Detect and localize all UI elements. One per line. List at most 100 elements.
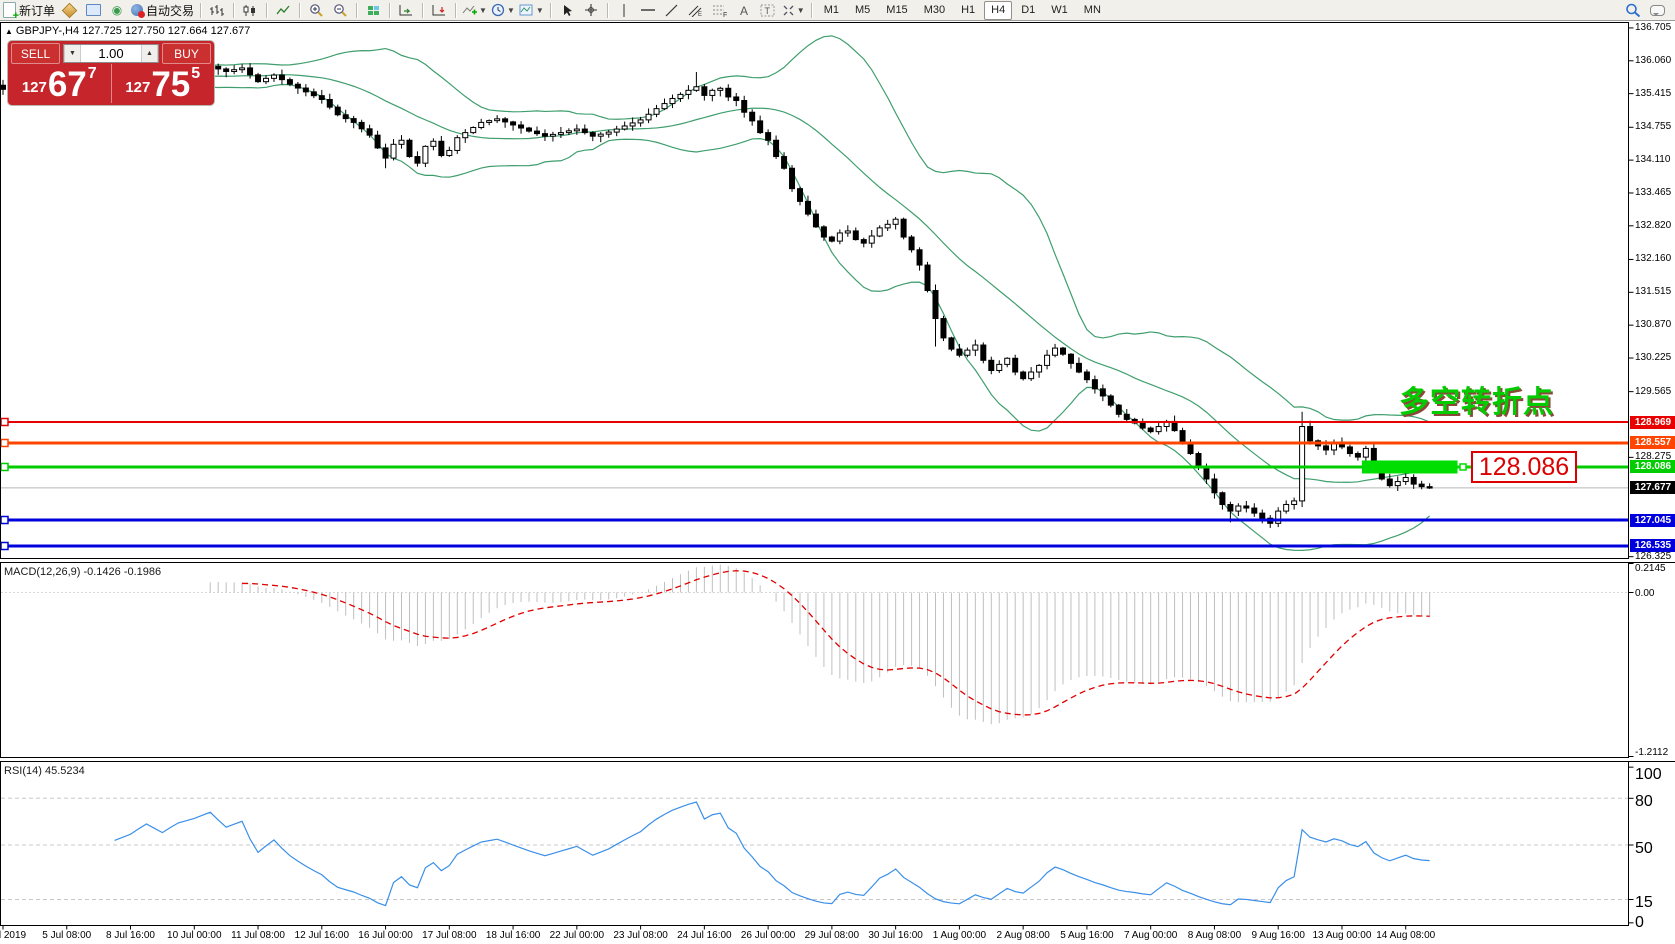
tile-windows-button[interactable]	[361, 1, 385, 19]
toolbar-separator	[200, 3, 201, 18]
text-label-icon: T	[760, 4, 775, 17]
time-axis-label: 26 Jul 00:00	[741, 930, 796, 941]
sell-price-small: 127	[22, 79, 47, 96]
chart-canvas[interactable]	[0, 0, 1675, 944]
templates-menu-button[interactable]: ▼	[517, 1, 546, 19]
time-axis-label: 1 Aug 00:00	[933, 930, 986, 941]
sell-price-sup: 7	[88, 65, 97, 83]
zoom-in-button[interactable]	[304, 1, 328, 19]
time-axis-label: 30 Jul 16:00	[868, 930, 923, 941]
toolbar-separator	[233, 3, 234, 18]
search-button[interactable]	[1621, 1, 1645, 19]
zoom-out-icon	[333, 3, 348, 17]
chevron-down-icon: ▼	[797, 6, 805, 15]
toolbar-separator	[455, 3, 456, 18]
trendline-tool-button[interactable]	[660, 1, 684, 19]
toolbar-separator	[389, 3, 390, 18]
market-watch-button[interactable]	[81, 1, 105, 19]
chart-line-button[interactable]	[271, 1, 295, 19]
auto-scroll-button[interactable]	[394, 1, 418, 19]
price-level-tag[interactable]: 128.086	[1471, 451, 1577, 483]
time-axis-label: 11 Jul 08:00	[231, 930, 285, 941]
timeframe-button-w1[interactable]: W1	[1044, 1, 1075, 20]
new-order-button[interactable]: 新订单	[1, 1, 57, 19]
time-axis-label: 29 Jul 08:00	[805, 930, 860, 941]
crosshair-tool-button[interactable]	[579, 1, 603, 19]
toolbar-separator	[550, 3, 551, 18]
toolbar-separator	[299, 3, 300, 18]
cursor-tool-button[interactable]	[555, 1, 579, 19]
time-axis-label: 12 Jul 16:00	[295, 930, 350, 941]
hline-tool-button[interactable]	[636, 1, 660, 19]
bar-chart-icon	[210, 4, 225, 17]
chevron-down-icon: ▼	[507, 6, 515, 15]
label-tool-button[interactable]: T	[756, 1, 780, 19]
chart-candles-button[interactable]	[238, 1, 262, 19]
toolbar-separator	[811, 3, 812, 18]
time-axis-label: 23 Jul 08:00	[613, 930, 668, 941]
zoom-out-button[interactable]	[328, 1, 352, 19]
indicators-menu-button[interactable]: ▼	[460, 1, 489, 19]
toolbar-separator	[356, 3, 357, 18]
vertical-line-icon	[619, 4, 629, 17]
timeframe-button-h4[interactable]: H4	[984, 1, 1012, 20]
fibonacci-tool-button[interactable]: F	[708, 1, 732, 19]
trade-panel-price-row: 127 67 7 127 75 5	[8, 64, 214, 103]
price-axis-chip: 127.677	[1630, 481, 1675, 494]
mt4-window: 新订单 ◉ 自动交易	[0, 0, 1675, 944]
price-axis-chip: 126.535	[1630, 539, 1675, 552]
timeframe-button-m1[interactable]: M1	[817, 1, 846, 20]
trade-panel-top-row: SELL ▼ 1.00 ▲ BUY	[8, 41, 214, 64]
volume-field[interactable]: 1.00	[81, 45, 141, 62]
timeframe-button-mn[interactable]: MN	[1077, 1, 1108, 20]
sell-button[interactable]: SELL	[11, 43, 60, 64]
chat-button[interactable]	[1645, 1, 1669, 19]
timeframe-button-h1[interactable]: H1	[954, 1, 982, 20]
text-tool-button[interactable]: A	[732, 1, 756, 19]
time-axis-label: 5 Aug 16:00	[1060, 930, 1113, 941]
time-axis-label: 8 Jul 16:00	[106, 930, 155, 941]
triangle-up-icon: ▲	[146, 50, 153, 57]
toolbar-separator	[607, 3, 608, 18]
volume-increase-button[interactable]: ▲	[141, 45, 158, 62]
price-axis-chip: 128.086	[1630, 460, 1675, 473]
buy-price[interactable]: 127 75 5	[112, 64, 215, 103]
signals-button[interactable]: ◉	[105, 1, 129, 19]
chart-bars-button[interactable]	[205, 1, 229, 19]
indicator-list-button[interactable]	[57, 1, 81, 19]
chart-shift-icon	[431, 4, 447, 17]
time-axis-label: 7 Aug 00:00	[1124, 930, 1177, 941]
chevron-down-icon: ▼	[479, 6, 487, 15]
time-axis-label: 4 Jul 2019	[0, 930, 26, 941]
sell-price[interactable]: 127 67 7	[8, 64, 112, 103]
auto-scroll-icon	[398, 4, 414, 17]
arrows-tool-button[interactable]: ▼	[780, 1, 807, 19]
svg-text:T: T	[765, 6, 771, 16]
channel-tool-button[interactable]: E	[684, 1, 708, 19]
price-axis-chip: 128.969	[1630, 416, 1675, 429]
time-axis-label: 22 Jul 00:00	[550, 930, 605, 941]
crosshair-icon	[584, 3, 598, 17]
symbol-ohlc-text: GBPJPY-,H4 127.725 127.750 127.664 127.6…	[16, 25, 250, 37]
clock-icon	[491, 3, 505, 17]
buy-price-sup: 5	[191, 65, 200, 83]
auto-trading-button[interactable]: 自动交易	[129, 1, 196, 19]
toolbar-right-icons	[1621, 1, 1669, 19]
signal-icon: ◉	[112, 4, 122, 16]
timeframe-button-m15[interactable]: M15	[879, 1, 914, 20]
time-axis-label: 24 Jul 16:00	[677, 930, 732, 941]
volume-decrease-button[interactable]: ▼	[64, 45, 81, 62]
macd-pane-label: MACD(12,26,9) -0.1426 -0.1986	[4, 566, 161, 578]
time-axis-label: 5 Jul 08:00	[42, 930, 91, 941]
timeframe-button-m5[interactable]: M5	[848, 1, 877, 20]
vline-tool-button[interactable]	[612, 1, 636, 19]
chart-shift-button[interactable]	[427, 1, 451, 19]
chevron-down-icon: ▼	[536, 6, 544, 15]
periods-menu-button[interactable]: ▼	[489, 1, 517, 19]
buy-button[interactable]: BUY	[162, 43, 211, 64]
chart-annotation-text[interactable]: 多空转折点	[1399, 377, 1554, 421]
timeframe-button-d1[interactable]: D1	[1014, 1, 1042, 20]
rsi-pane-label: RSI(14) 45.5234	[4, 765, 85, 777]
volume-stepper: ▼ 1.00 ▲	[63, 44, 159, 63]
timeframe-button-m30[interactable]: M30	[917, 1, 952, 20]
